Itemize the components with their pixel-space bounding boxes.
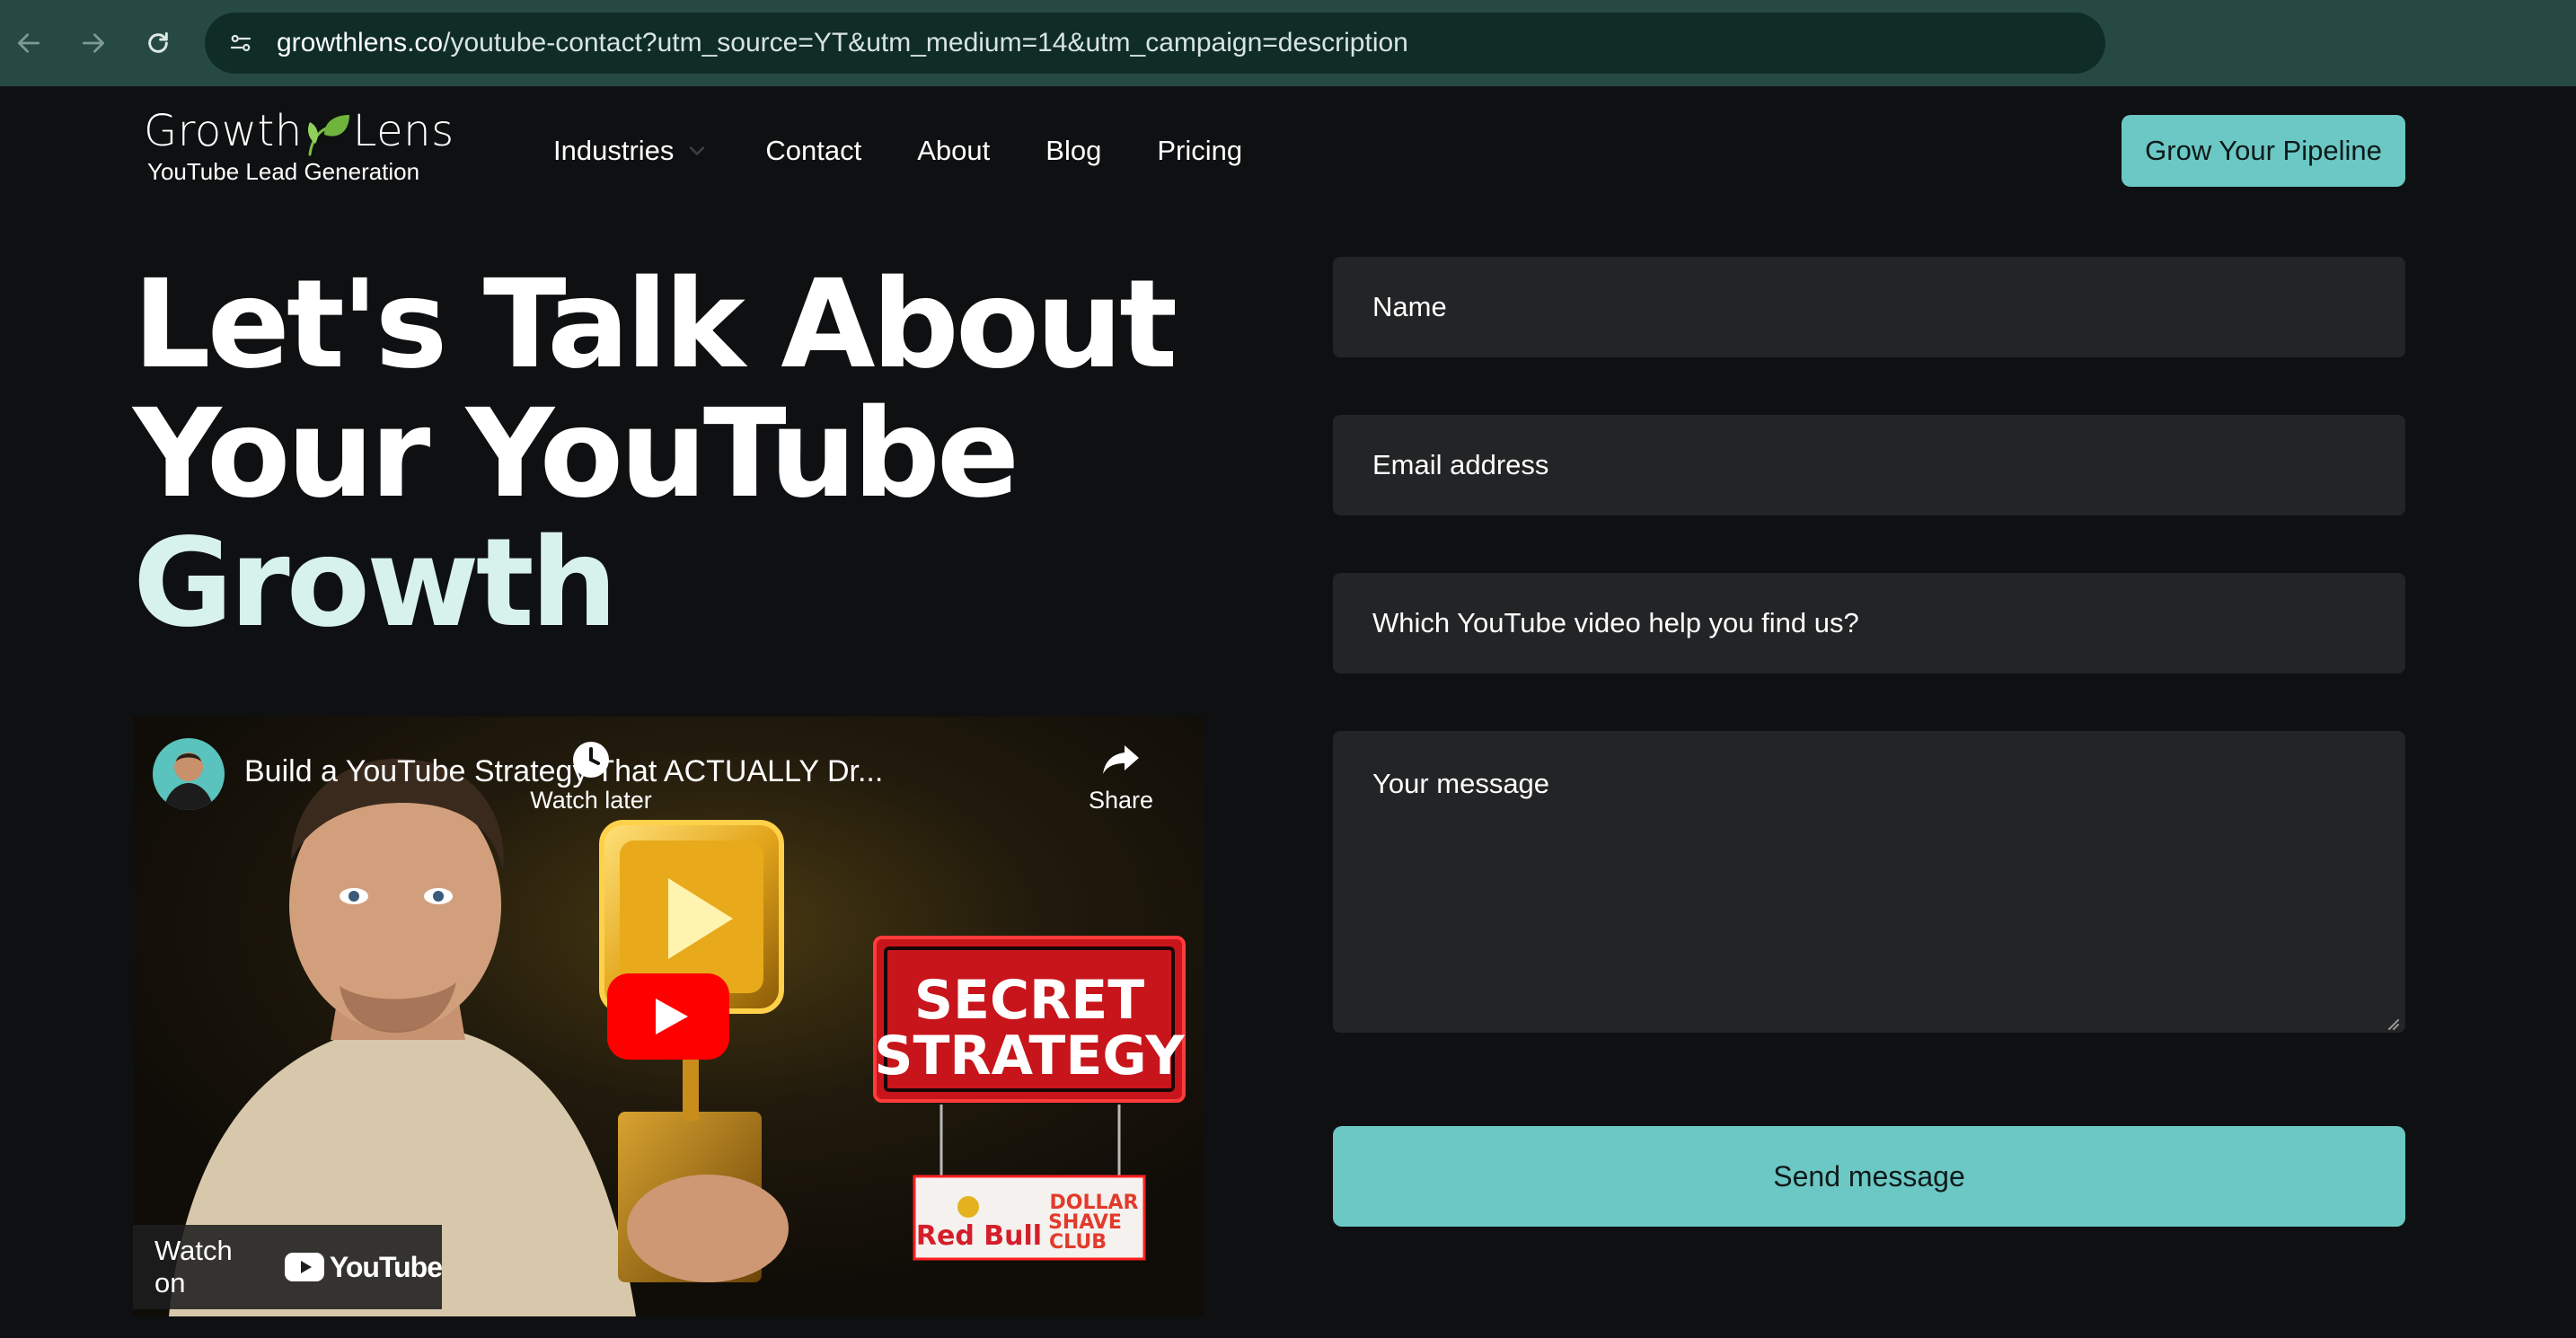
browser-toolbar: growthlens.co/youtube-contact?utm_source… [0,0,2576,86]
message-field[interactable] [1333,731,2405,1033]
back-button[interactable] [7,22,50,65]
main-nav: Industries Contact About Blog Pricing [553,133,1298,169]
email-field[interactable] [1333,415,2405,515]
youtube-wordmark: YouTube [329,1250,443,1283]
leaf-icon [307,115,349,156]
address-bar[interactable]: growthlens.co/youtube-contact?utm_source… [205,13,2105,74]
nav-about[interactable]: About [917,135,990,167]
title-line-1: Let's Talk About [133,254,1178,396]
send-message-button[interactable]: Send message [1333,1126,2405,1227]
nav-industries[interactable]: Industries [553,135,710,167]
svg-text:Red Bull: Red Bull [916,1220,1042,1252]
share-icon [1103,745,1139,774]
nav-blog[interactable]: Blog [1045,135,1101,167]
grow-pipeline-button[interactable]: Grow Your Pipeline [2122,115,2405,187]
logo-word-lens: Lens [352,106,454,156]
watch-on-label: Watch on [154,1235,233,1298]
play-button[interactable] [607,973,729,1060]
svg-text:CLUB: CLUB [1049,1231,1107,1254]
svg-text:STRATEGY: STRATEGY [874,1025,1186,1087]
arrow-right-icon [83,33,104,53]
logo-tagline: YouTube Lead Generation [147,158,420,185]
channel-avatar[interactable] [153,738,225,810]
watch-later-button[interactable]: Watch later [501,738,681,814]
resize-handle-icon[interactable] [2384,1015,2400,1031]
url-text: growthlens.co/youtube-contact?utm_source… [277,28,1408,58]
share-button[interactable]: Share [1089,738,1153,814]
clock-icon [573,742,609,778]
nav-pricing[interactable]: Pricing [1157,135,1242,167]
source-video-field[interactable] [1333,573,2405,673]
watch-on-youtube-link[interactable]: Watch on YouTube [133,1225,443,1309]
svg-text:SECRET: SECRET [914,969,1144,1032]
nav-industries-label: Industries [553,135,675,166]
site-settings-icon[interactable] [223,25,259,61]
title-line-2: Your YouTube [133,383,1019,525]
site-logo[interactable]: Growth Lens YouTube Lead Generation [144,106,454,186]
url-path: /youtube-contact?utm_source=YT&utm_mediu… [443,28,1408,57]
page-title: Let's Talk About Your YouTube Growth [133,260,1265,648]
youtube-embed[interactable]: SECRET STRATEGY Red Bull DOLLAR SHAVE CL… [133,717,1204,1316]
arrow-left-icon [18,33,40,53]
name-field[interactable] [1333,257,2405,357]
url-host: growthlens.co [277,28,444,57]
logo-word-growth: Growth [144,106,303,156]
youtube-icon [284,1253,324,1281]
logo-wordmark: Growth Lens [144,106,454,156]
youtube-logo: YouTube [284,1250,443,1284]
reload-icon [148,31,168,53]
nav-contact[interactable]: Contact [765,135,861,167]
reload-button[interactable] [137,22,180,65]
chevron-down-icon [690,146,705,155]
watch-later-label: Watch later [530,787,652,814]
share-label: Share [1088,787,1154,814]
forward-button[interactable] [72,22,115,65]
title-accent: Growth [133,513,618,655]
